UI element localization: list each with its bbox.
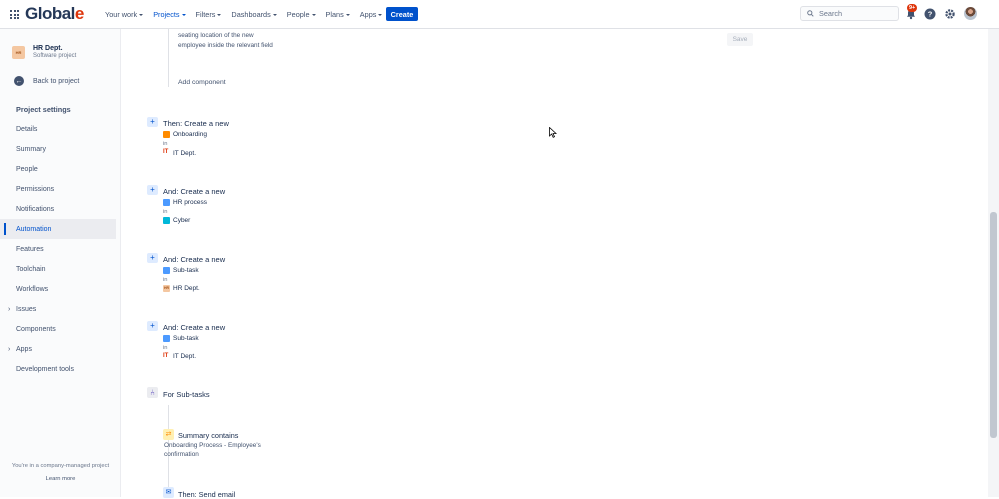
nav-projects[interactable]: Projects — [153, 10, 186, 19]
project-label: Cyber — [173, 217, 191, 224]
sidebar-item-issues[interactable]: › Issues — [0, 299, 121, 319]
chevron-right-icon: › — [8, 305, 11, 313]
nav-your-work[interactable]: Your work — [105, 10, 144, 19]
project-label: IT Dept. — [173, 353, 197, 360]
project-type: Software project — [33, 53, 77, 59]
chevron-down-icon — [378, 13, 383, 16]
issue-type-label: HR process — [173, 199, 207, 206]
app-switcher-icon[interactable] — [10, 10, 19, 19]
component-description-line1: seating location of the new — [178, 32, 254, 39]
add-component-plus-icon[interactable]: + — [147, 117, 158, 127]
arrow-left-icon: ← — [14, 76, 24, 86]
add-component-plus-icon[interactable]: + — [147, 253, 158, 263]
top-navigation: Globale Your work Projects Filters Dashb… — [0, 0, 999, 29]
in-label: in — [163, 277, 168, 283]
chevron-down-icon — [181, 13, 186, 16]
search-icon — [807, 10, 814, 17]
sidebar-item-toolchain[interactable]: Toolchain — [0, 259, 121, 279]
action-title[interactable]: And: Create a new — [163, 187, 225, 196]
sidebar-item-components[interactable]: Components — [0, 319, 121, 339]
help-icon[interactable]: ? — [924, 8, 936, 20]
project-icon: ΙΤ — [163, 149, 170, 156]
project-name: HR Dept. — [33, 45, 63, 52]
branch-title[interactable]: For Sub-tasks — [163, 390, 210, 399]
project-header[interactable]: HR HR Dept. Software project — [12, 45, 76, 59]
sidebar-item-apps[interactable]: › Apps — [0, 339, 121, 359]
sidebar: HR HR Dept. Software project ← Back to p… — [0, 29, 121, 497]
add-component-plus-icon[interactable]: + — [147, 185, 158, 195]
back-to-project-label: Back to project — [33, 77, 80, 85]
nav-dashboards[interactable]: Dashboards — [231, 10, 277, 19]
chevron-down-icon — [345, 13, 350, 16]
chevron-down-icon — [311, 13, 316, 16]
search-box[interactable] — [800, 6, 899, 21]
issue-type-label: Sub-task — [173, 335, 199, 342]
svg-text:?: ? — [928, 10, 933, 19]
nav-people[interactable]: People — [287, 10, 316, 19]
send-email-title[interactable]: Then: Send email — [178, 490, 235, 499]
action-title[interactable]: And: Create a new — [163, 323, 225, 332]
chevron-right-icon: › — [8, 345, 11, 353]
learn-more-link[interactable]: Learn more — [0, 476, 121, 482]
settings-menu: Details Summary People Permissions Notif… — [0, 119, 121, 379]
automation-rule-editor: seating location of the new employee ins… — [121, 29, 987, 499]
component-description-line2: employee inside the relevant field — [178, 42, 273, 49]
user-avatar[interactable] — [964, 7, 977, 20]
project-type-note: You're in a company-managed project — [11, 463, 110, 469]
condition-title[interactable]: Summary contains — [178, 431, 238, 440]
issue-type-icon — [163, 335, 170, 342]
settings-gear-icon[interactable] — [944, 8, 956, 20]
issue-type-label: Sub-task — [173, 267, 199, 274]
action-title[interactable]: And: Create a new — [163, 255, 225, 264]
action-title[interactable]: Then: Create a new — [163, 119, 229, 128]
condition-icon: ⇄ — [163, 429, 174, 440]
issue-type-label: Onboarding — [173, 131, 207, 138]
logo[interactable]: Globale — [25, 4, 84, 24]
section-title: Project settings — [16, 105, 71, 114]
sidebar-item-automation[interactable]: Automation — [0, 219, 116, 239]
project-label: HR Dept. — [173, 285, 200, 292]
sidebar-item-details[interactable]: Details — [0, 119, 121, 139]
chevron-down-icon — [217, 13, 222, 16]
email-icon: ✉ — [163, 487, 174, 498]
project-icon — [163, 217, 170, 224]
project-icon: ΙΤ — [163, 353, 170, 360]
in-label: in — [163, 209, 168, 215]
nav-apps[interactable]: Apps — [360, 10, 383, 19]
project-avatar: HR — [12, 45, 25, 59]
condition-value-line1: Onboarding Process - Employee's — [164, 442, 261, 449]
add-component-plus-icon[interactable]: + — [147, 321, 158, 331]
sidebar-item-notifications[interactable]: Notifications — [0, 199, 121, 219]
sidebar-item-permissions[interactable]: Permissions — [0, 179, 121, 199]
branch-icon: ⑃ — [147, 387, 158, 398]
sidebar-item-summary[interactable]: Summary — [0, 139, 121, 159]
sidebar-item-development-tools[interactable]: Development tools — [0, 359, 121, 379]
issue-type-icon — [163, 199, 170, 206]
sidebar-item-features[interactable]: Features — [0, 239, 121, 259]
scrollbar-thumb[interactable] — [990, 212, 997, 438]
issue-type-icon — [163, 267, 170, 274]
sidebar-item-people[interactable]: People — [0, 159, 121, 179]
chevron-down-icon — [272, 13, 277, 16]
project-label: IT Dept. — [173, 150, 197, 157]
connector-line — [168, 29, 169, 87]
create-button[interactable]: Create — [386, 7, 418, 21]
primary-nav: Your work Projects Filters Dashboards Pe… — [105, 0, 392, 29]
nav-filters[interactable]: Filters — [196, 10, 222, 19]
condition-value-line2: confirmation — [164, 451, 199, 458]
notification-count-badge: 9+ — [907, 4, 918, 12]
in-label: in — [163, 141, 168, 147]
sidebar-item-workflows[interactable]: Workflows — [0, 279, 121, 299]
mouse-cursor-icon — [549, 127, 557, 138]
add-component-button[interactable]: Add component — [178, 79, 226, 86]
search-input[interactable] — [819, 9, 889, 18]
chevron-down-icon — [139, 13, 144, 16]
back-to-project-link[interactable]: ← Back to project — [14, 76, 79, 86]
nav-plans[interactable]: Plans — [326, 10, 350, 19]
project-icon: HR — [163, 285, 170, 292]
issue-type-icon — [163, 131, 170, 138]
save-button[interactable]: Save — [727, 33, 753, 46]
in-label: in — [163, 345, 168, 351]
